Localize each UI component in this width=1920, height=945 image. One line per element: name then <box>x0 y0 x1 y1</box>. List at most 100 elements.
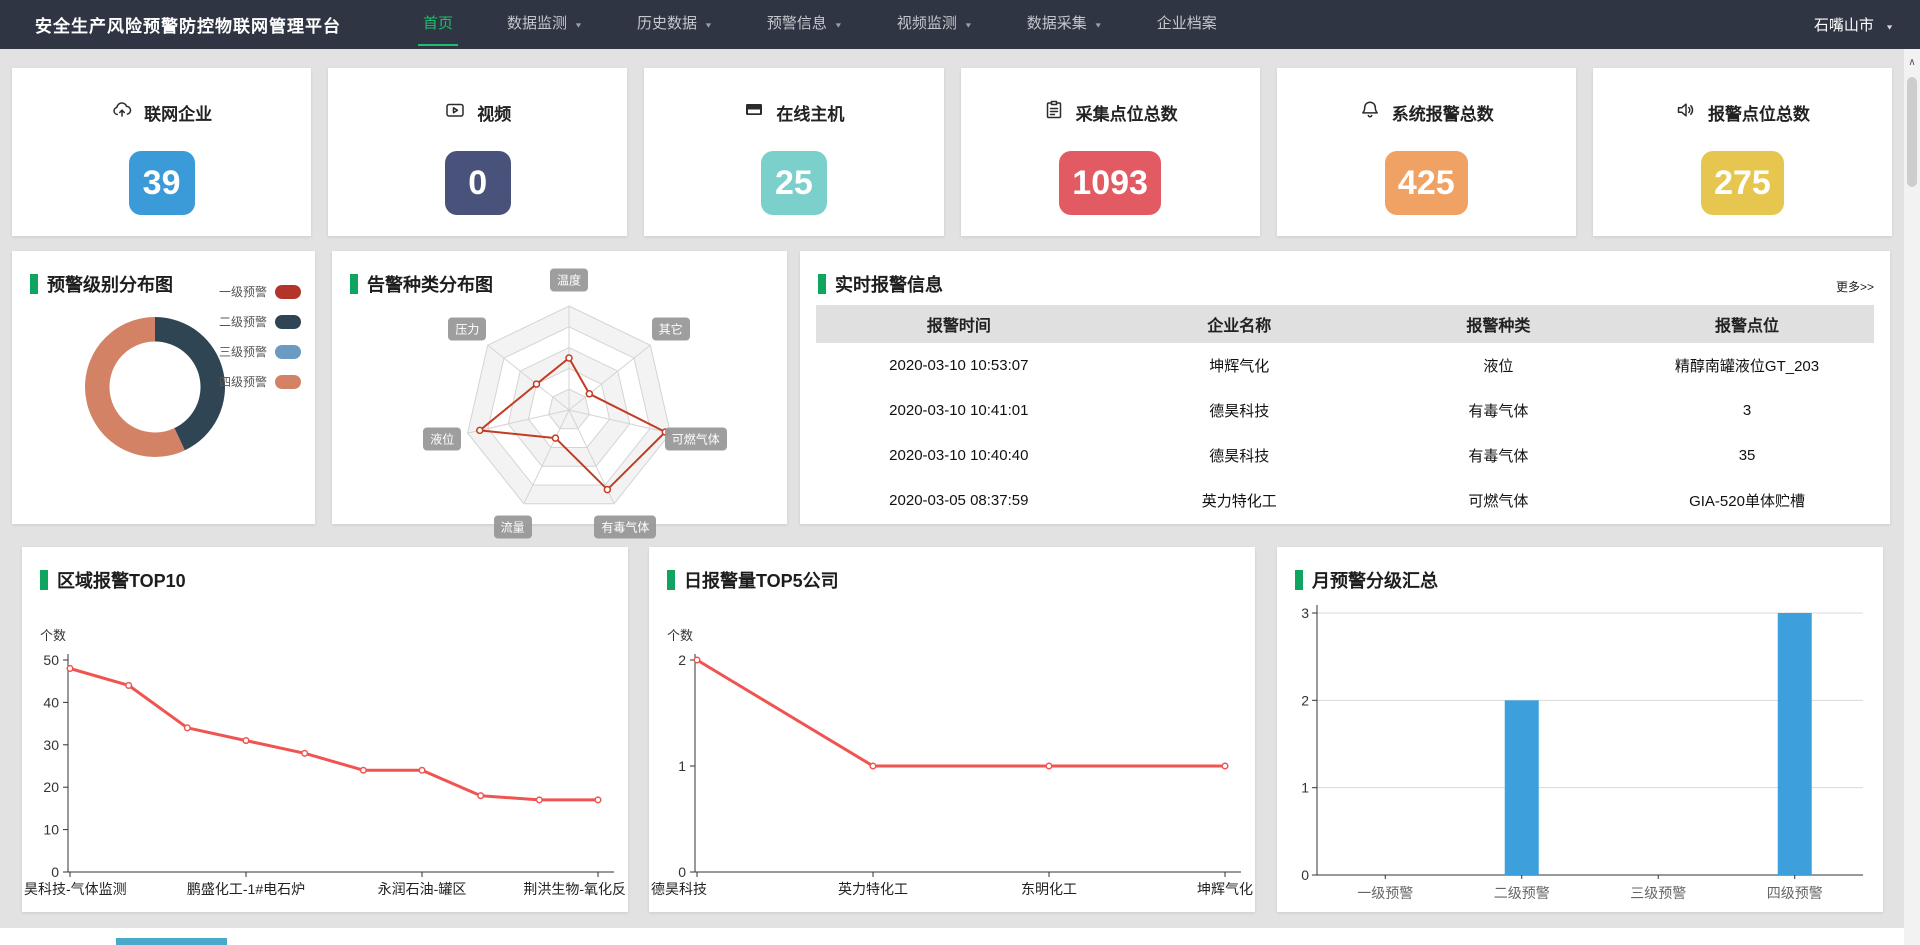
svg-text:2: 2 <box>678 652 686 668</box>
panel-title-text: 实时报警信息 <box>835 271 943 297</box>
title-accent-bar <box>30 274 38 294</box>
nav-item-5[interactable]: 数据采集 ▼ <box>1000 0 1130 49</box>
stat-card-label: 联网企业 <box>144 100 212 125</box>
svg-text:昊科技-气体监测: 昊科技-气体监测 <box>24 881 127 897</box>
next-section-peek <box>0 928 1920 945</box>
cloud-upload-icon <box>111 99 133 126</box>
svg-text:四级预警: 四级预警 <box>1767 885 1823 901</box>
radar-axis-label-0: 温度 <box>550 269 588 292</box>
nav-item-label: 预警信息 <box>767 15 827 32</box>
clipboard-icon <box>1043 99 1065 126</box>
stat-card-label: 视频 <box>477 100 511 125</box>
table-cell: 可燃气体 <box>1377 478 1620 523</box>
stat-card-0: 联网企业 39 <box>12 68 311 236</box>
chevron-down-icon: ▼ <box>834 7 843 45</box>
panel-title-text: 月预警分级汇总 <box>1312 567 1438 593</box>
svg-text:20: 20 <box>43 779 59 795</box>
svg-text:一级预警: 一级预警 <box>1357 885 1413 901</box>
nav-item-label: 首页 <box>423 15 453 32</box>
region-selector[interactable]: 石嘴山市 ▼ <box>1814 14 1894 35</box>
svg-text:50: 50 <box>43 652 59 668</box>
svg-text:个数: 个数 <box>40 628 66 643</box>
nav-item-0[interactable]: 首页 <box>396 0 480 49</box>
legend-swatch <box>275 315 301 329</box>
daily-alarm-top5-chart: 个数012德昊科技英力特化工东明化工坤辉气化 <box>649 547 1255 912</box>
table-cell: 2020-03-10 10:53:07 <box>816 343 1102 388</box>
alarm-table: 报警时间企业名称报警种类报警点位 2020-03-10 10:53:07坤辉气化… <box>816 305 1874 523</box>
scroll-up-icon[interactable]: ∧ <box>1904 49 1920 75</box>
stat-card-value-badge: 0 <box>445 151 511 215</box>
region-alarm-top10-panel: 区域报警TOP10 个数01020304050昊科技-气体监测鹏盛化工-1#电石… <box>22 547 628 912</box>
table-row-0: 2020-03-10 10:53:07坤辉气化液位精醇南罐液位GT_203 <box>816 343 1874 388</box>
scrollbar-thumb[interactable] <box>1907 77 1917 187</box>
alarm-column-header: 报警种类 <box>1377 305 1620 343</box>
monthly-warning-bar-chart: 0123一级预警二级预警三级预警四级预警 <box>1277 547 1883 912</box>
more-link[interactable]: 更多>> <box>1836 278 1874 295</box>
stat-card-head: 采集点位总数 <box>1043 99 1178 126</box>
table-row-1: 2020-03-10 10:41:01德昊科技有毒气体3 <box>816 388 1874 433</box>
svg-text:0: 0 <box>678 864 686 880</box>
svg-text:40: 40 <box>43 694 59 710</box>
table-cell: 液位 <box>1377 343 1620 388</box>
table-cell: 英力特化工 <box>1102 478 1377 523</box>
nav-item-1[interactable]: 数据监测 ▼ <box>480 0 610 49</box>
svg-text:三级预警: 三级预警 <box>1630 885 1686 901</box>
warning-level-donut-chart <box>80 312 230 462</box>
legend-swatch <box>275 285 301 299</box>
nav-item-2[interactable]: 历史数据▼ <box>610 0 740 49</box>
stat-card-label: 报警点位总数 <box>1708 100 1810 125</box>
chevron-down-icon: ▼ <box>1094 7 1103 45</box>
region-label: 石嘴山市 <box>1814 17 1874 34</box>
donut-legend: 一级预警二级预警三级预警四级预警 <box>219 283 301 390</box>
svg-text:德昊科技: 德昊科技 <box>651 881 707 897</box>
nav-item-6[interactable]: 企业档案 <box>1130 0 1244 49</box>
stat-card-head: 报警点位总数 <box>1675 99 1810 126</box>
panel-title-text: 告警种类分布图 <box>367 271 493 297</box>
chevron-down-icon: ▼ <box>1885 23 1894 31</box>
svg-text:个数: 个数 <box>667 628 693 643</box>
radar-axis-label-3: 有毒气体 <box>594 516 656 539</box>
svg-text:1: 1 <box>1301 780 1309 796</box>
title-accent-bar <box>40 570 48 590</box>
monthly-warning-panel: 月预警分级汇总 0123一级预警二级预警三级预警四级预警 <box>1277 547 1883 912</box>
table-cell: 德昊科技 <box>1102 433 1377 478</box>
nav-item-4[interactable]: 视频监测▼ <box>870 0 1000 49</box>
stat-card-head: 在线主机 <box>743 99 844 126</box>
nav-item-label: 数据采集 <box>1027 15 1087 32</box>
table-cell: 3 <box>1620 388 1874 433</box>
alarm-column-header: 报警时间 <box>816 305 1102 343</box>
legend-item-1[interactable]: 二级预警 <box>219 313 301 330</box>
title-accent-bar <box>818 274 826 294</box>
daily-alarm-top5-panel: 日报警量TOP5公司 个数012德昊科技英力特化工东明化工坤辉气化 <box>649 547 1255 912</box>
bell-icon <box>1359 99 1381 126</box>
chevron-down-icon: ▼ <box>574 7 583 45</box>
radar-axis-label-5: 液位 <box>423 427 461 450</box>
app-title: 安全生产风险预警防控物联网管理平台 <box>35 12 341 37</box>
svg-text:10: 10 <box>43 822 59 838</box>
stat-card-value-badge: 39 <box>129 151 195 215</box>
main-menu: 首页数据监测▼历史数据▼预警信息▼视频监测▼数据采集▼企业档案 <box>396 0 1244 49</box>
legend-item-0[interactable]: 一级预警 <box>219 283 301 300</box>
legend-item-3[interactable]: 四级预警 <box>219 373 301 390</box>
page-scrollbar[interactable]: ∧ <box>1904 49 1920 945</box>
nav-item-label: 数据监测 <box>507 15 567 32</box>
chevron-down-icon: ▼ <box>964 7 973 45</box>
monitor-icon <box>743 99 765 126</box>
legend-item-2[interactable]: 三级预警 <box>219 343 301 360</box>
stat-card-value-badge: 1093 <box>1059 151 1161 215</box>
panel-title-text: 预警级别分布图 <box>47 271 173 297</box>
stat-card-1: 视频 0 <box>328 68 627 236</box>
table-cell: 坤辉气化 <box>1102 343 1377 388</box>
svg-text:永润石油-罐区: 永润石油-罐区 <box>378 881 467 897</box>
nav-item-3[interactable]: 预警信息 ▼ <box>740 0 870 49</box>
panel-title: 告警种类分布图 <box>350 271 493 297</box>
title-accent-bar <box>350 274 358 294</box>
table-cell: 德昊科技 <box>1102 388 1377 433</box>
svg-text:鹏盛化工-1#电石炉: 鹏盛化工-1#电石炉 <box>187 881 305 897</box>
legend-swatch <box>275 345 301 359</box>
radar-axis-label-1: 其它 <box>652 317 690 340</box>
title-accent-bar <box>667 570 675 590</box>
panel-title: 预警级别分布图 <box>30 271 173 297</box>
panel-title: 实时报警信息 <box>818 271 943 297</box>
radar-axis-label-4: 流量 <box>494 516 532 539</box>
